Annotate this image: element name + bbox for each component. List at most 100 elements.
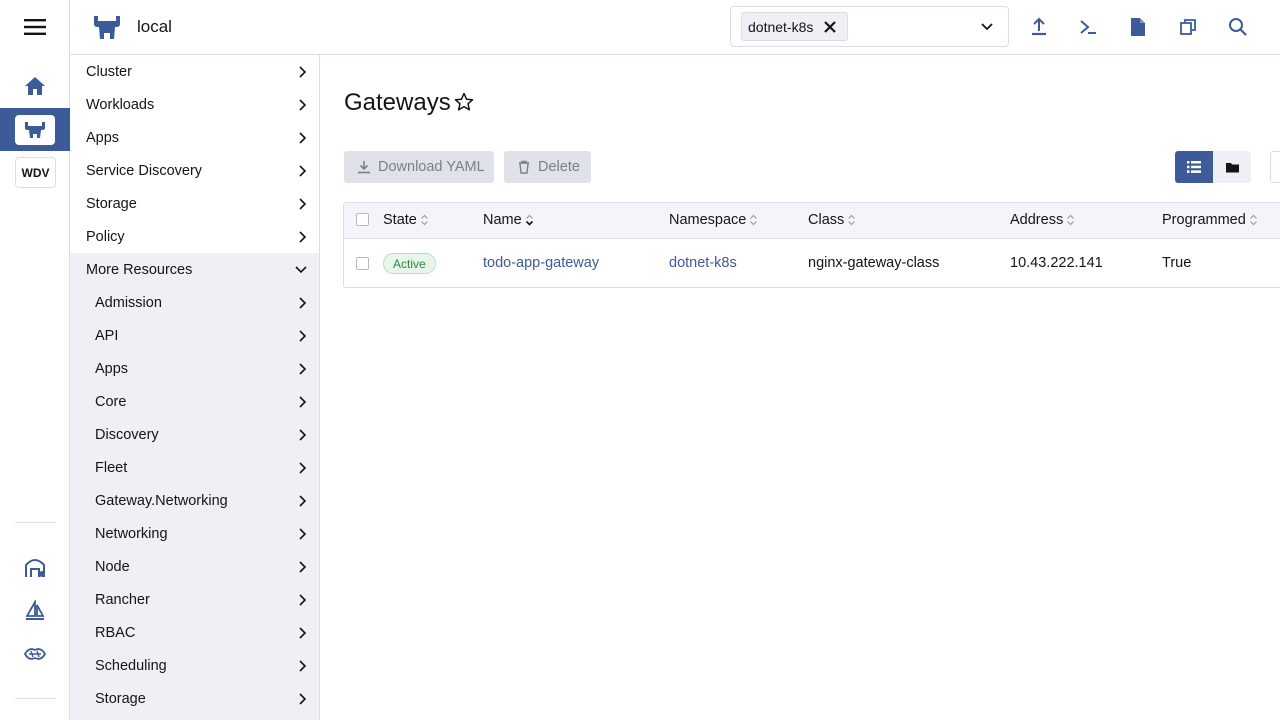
extensions-button[interactable]	[0, 550, 70, 586]
nav-apps[interactable]: Apps	[70, 121, 319, 154]
column-label: State	[383, 212, 417, 228]
address-cell: 10.43.222.141	[1010, 255, 1103, 271]
sort-icon	[750, 214, 758, 226]
nav-label: Storage	[95, 690, 146, 707]
namespace-filter-select[interactable]: dotnet-k8s	[730, 6, 1009, 47]
nav-sub-gateway-networking[interactable]: Gateway.Networking	[70, 484, 319, 517]
namespace-chip: dotnet-k8s	[741, 12, 848, 41]
nav-sub-api[interactable]: API	[70, 319, 319, 352]
resource-search-button[interactable]	[1227, 16, 1249, 38]
nav-label: Rancher	[95, 591, 150, 608]
column-header-address[interactable]: Address	[1010, 212, 1075, 228]
nav-label: Discovery	[95, 426, 159, 443]
programmed-cell: True	[1162, 255, 1192, 271]
nav-sub-networking[interactable]: Networking	[70, 517, 319, 550]
nav-label: More Resources	[86, 261, 193, 278]
nav-service-discovery[interactable]: Service Discovery	[70, 154, 319, 187]
nav-sub-scheduling[interactable]: Scheduling	[70, 649, 319, 682]
select-all-checkbox[interactable]	[356, 213, 369, 226]
chevron-right-icon	[299, 66, 307, 78]
cluster-bull-icon	[25, 121, 45, 138]
group-by-namespace-button[interactable]	[1213, 151, 1251, 183]
nav-label: Policy	[86, 228, 125, 245]
folder-icon	[1225, 162, 1239, 172]
namespace-chip-label: dotnet-k8s	[748, 18, 814, 35]
local-cluster-button[interactable]	[0, 108, 70, 151]
nav-label: Service Discovery	[86, 162, 203, 179]
column-label: Namespace	[669, 212, 747, 228]
wings-icon	[23, 648, 47, 660]
kubectl-shell-button[interactable]	[1077, 16, 1099, 38]
gateways-table: State Name Namespace Class Address Progr…	[343, 202, 1280, 288]
nav-sub-fleet[interactable]: Fleet	[70, 451, 319, 484]
column-header-class[interactable]: Class	[808, 212, 856, 228]
gateway-class-cell: nginx-gateway-class	[808, 255, 940, 271]
nav-sub-core[interactable]: Core	[70, 385, 319, 418]
nav-sub-rancher[interactable]: Rancher	[70, 583, 319, 616]
home-button[interactable]	[0, 64, 70, 108]
sort-descending-icon	[525, 214, 533, 226]
nav-workloads[interactable]: Workloads	[70, 88, 319, 121]
column-header-programmed[interactable]: Programmed	[1162, 212, 1258, 228]
top-header: local dotnet-k8s	[70, 0, 1280, 55]
nav-sub-discovery[interactable]: Discovery	[70, 418, 319, 451]
sort-icon	[1249, 214, 1257, 226]
column-header-name[interactable]: Name	[483, 212, 534, 228]
nav-label: API	[95, 327, 119, 344]
nav-cluster[interactable]: Cluster	[70, 55, 319, 88]
nav-sub-rbac[interactable]: RBAC	[70, 616, 319, 649]
copy-kubeconfig-button[interactable]	[1177, 16, 1199, 38]
download-kubeconfig-button[interactable]	[1127, 16, 1149, 38]
nav-label: Storage	[86, 195, 137, 212]
nav-sub-node[interactable]: Node	[70, 550, 319, 583]
gateway-name-link[interactable]: todo-app-gateway	[483, 255, 599, 271]
chevron-right-icon	[299, 132, 307, 144]
cluster-logo-icon	[94, 16, 120, 39]
nav-label: RBAC	[95, 624, 136, 641]
terminal-icon	[1080, 20, 1096, 34]
rancher-barn-icon	[25, 559, 45, 577]
trash-icon	[519, 160, 529, 174]
nav-label: Apps	[95, 360, 129, 377]
file-icon	[1131, 18, 1145, 36]
chevron-right-icon	[299, 363, 307, 375]
nav-sub-storage[interactable]: Storage	[70, 682, 319, 715]
chevron-right-icon	[299, 165, 307, 177]
chevron-right-icon	[299, 660, 307, 672]
nav-sub-admission[interactable]: Admission	[70, 286, 319, 319]
nav-storage[interactable]: Storage	[70, 187, 319, 220]
nav-more-resources[interactable]: More Resources	[70, 253, 319, 286]
star-favorite-icon[interactable]	[454, 92, 474, 112]
hamburger-menu-button[interactable]	[0, 0, 70, 54]
list-icon	[1187, 161, 1201, 173]
nav-label: Admission	[95, 294, 162, 311]
cluster-name: local	[137, 17, 172, 36]
chevron-right-icon	[299, 627, 307, 639]
table-header: State Name Namespace Class Address Progr…	[344, 203, 1280, 239]
namespace-link[interactable]: dotnet-k8s	[669, 255, 737, 271]
chevron-right-icon	[299, 231, 307, 243]
sailboat-icon	[25, 600, 45, 620]
apps-marketplace-button[interactable]	[0, 636, 70, 672]
chevron-right-icon	[299, 330, 307, 342]
column-header-state[interactable]: State	[383, 212, 429, 228]
nav-label: Node	[95, 558, 130, 575]
chevron-right-icon	[299, 594, 307, 606]
nav-sub-apps[interactable]: Apps	[70, 352, 319, 385]
menu-icon	[24, 19, 46, 35]
column-label: Programmed	[1162, 212, 1246, 228]
filter-input-edge[interactable]	[1270, 151, 1280, 183]
wdv-cluster-button[interactable]: WDV	[15, 157, 56, 188]
download-yaml-button[interactable]: Download YAML	[344, 151, 494, 183]
table-row: Active todo-app-gateway dotnet-k8s nginx…	[344, 239, 1280, 287]
import-yaml-button[interactable]	[1028, 16, 1050, 38]
remove-namespace-icon[interactable]	[823, 20, 837, 34]
sort-icon	[848, 214, 856, 226]
chevron-right-icon	[299, 495, 307, 507]
nav-policy[interactable]: Policy	[70, 220, 319, 253]
flat-list-view-button[interactable]	[1175, 151, 1213, 183]
column-header-namespace[interactable]: Namespace	[669, 212, 758, 228]
row-checkbox[interactable]	[356, 257, 369, 270]
fleet-button[interactable]	[0, 593, 70, 629]
delete-button[interactable]: Delete	[504, 151, 591, 183]
